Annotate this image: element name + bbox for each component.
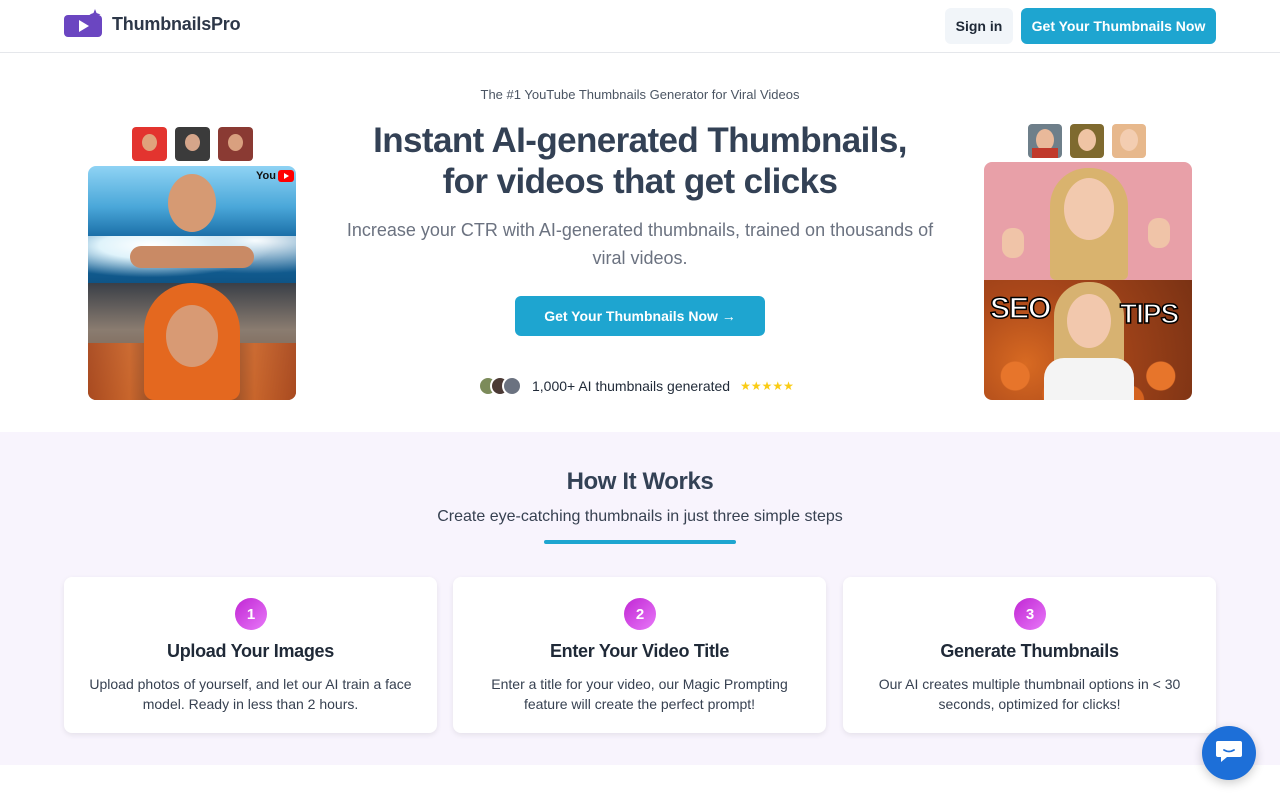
- train-thumbnail: [88, 283, 296, 400]
- avatar: [1112, 124, 1146, 158]
- step-number-badge: 2: [624, 598, 656, 630]
- step-title: Enter Your Video Title: [549, 641, 730, 661]
- tips-overlay-text: TIPS: [1119, 297, 1180, 330]
- seo-tips-thumbnail: SEO TIPS: [984, 280, 1192, 400]
- section-divider: [544, 540, 736, 544]
- section-subtitle: Create eye-catching thumbnails in just t…: [437, 508, 843, 525]
- ocean-thumbnail: You: [88, 166, 296, 283]
- avatar: [502, 376, 522, 396]
- avatar: [1028, 124, 1062, 158]
- seo-overlay-text: SEO: [989, 291, 1052, 326]
- chat-icon: [1215, 738, 1243, 769]
- how-it-works-section: How It Works Create eye-catching thumbna…: [0, 432, 1280, 765]
- hand-right: [1148, 218, 1170, 248]
- youtube-label: You: [256, 170, 276, 182]
- avatar: [132, 127, 167, 161]
- page-bottom: [0, 765, 1280, 800]
- step-card-1: 1 Upload Your Images Upload photos of yo…: [64, 577, 437, 733]
- avatar: [218, 127, 253, 161]
- proof-text: 1,000+ AI thumbnails generated: [532, 378, 731, 394]
- woman-face: [1064, 178, 1114, 240]
- youtube-icon: [277, 170, 294, 182]
- step-description: Upload photos of yourself, and let our A…: [89, 676, 412, 712]
- right-creator-avatars: [1028, 124, 1146, 158]
- rating-stars: ★★★★★: [740, 379, 794, 393]
- sign-in-button[interactable]: Sign in: [945, 8, 1013, 44]
- step-number-badge: 3: [1014, 598, 1046, 630]
- left-thumbnail-example: You: [88, 166, 296, 400]
- user-avatars: [478, 376, 522, 396]
- hero-section: The #1 YouTube Thumbnails Generator for …: [0, 54, 1280, 432]
- step-title: Generate Thumbnails: [940, 641, 1119, 661]
- hand-left: [1002, 228, 1024, 258]
- chat-widget-button[interactable]: [1202, 726, 1256, 780]
- creator-face: [168, 174, 216, 232]
- top-nav: ThumbnailsPro Sign in Get Your Thumbnail…: [0, 0, 1280, 53]
- left-creator-avatars: [132, 127, 253, 161]
- youtube-badge: You: [256, 170, 294, 182]
- step-number-badge: 1: [235, 598, 267, 630]
- step-card-3: 3 Generate Thumbnails Our AI creates mul…: [843, 577, 1216, 733]
- step-description: Our AI creates multiple thumbnail option…: [878, 676, 1181, 712]
- hero-cta-button[interactable]: Get Your Thumbnails Now →: [515, 296, 765, 336]
- section-title: How It Works: [566, 468, 714, 495]
- avatar: [1070, 124, 1104, 158]
- avatar: [175, 127, 210, 161]
- hero-tagline: The #1 YouTube Thumbnails Generator for …: [480, 87, 800, 102]
- white-top: [1044, 358, 1134, 400]
- creator-face: [166, 305, 218, 367]
- brand-logo[interactable]: ThumbnailsPro: [64, 9, 241, 39]
- social-proof: 1,000+ AI thumbnails generated ★★★★★: [478, 376, 794, 396]
- step-card-2: 2 Enter Your Video Title Enter a title f…: [453, 577, 826, 733]
- step-description: Enter a title for your video, our Magic …: [491, 676, 788, 712]
- pink-portrait-thumbnail: [984, 162, 1192, 280]
- hero-subheadline: Increase your CTR with AI-generated thum…: [346, 220, 934, 268]
- brand-name: ThumbnailsPro: [112, 13, 241, 34]
- get-thumbnails-button[interactable]: Get Your Thumbnails Now: [1021, 8, 1216, 44]
- woman-face: [1067, 294, 1111, 348]
- step-title: Upload Your Images: [167, 641, 334, 661]
- creator-arms: [130, 246, 254, 268]
- play-icon: [64, 9, 104, 39]
- right-thumbnail-example: SEO TIPS: [984, 162, 1192, 400]
